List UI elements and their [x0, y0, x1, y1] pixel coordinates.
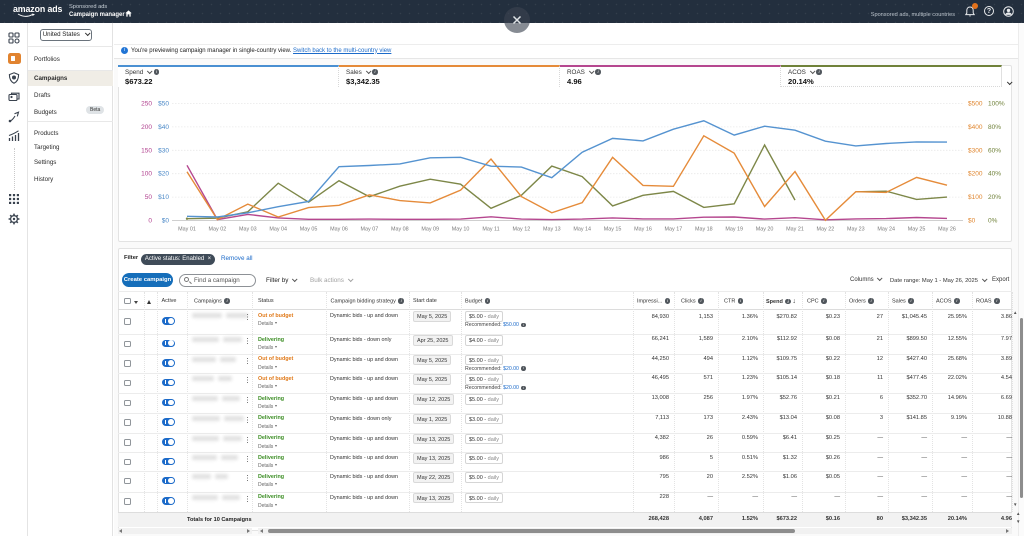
svg-text:May 02: May 02: [209, 227, 227, 233]
svg-text:$30: $30: [158, 147, 169, 154]
svg-text:May 04: May 04: [269, 227, 287, 233]
svg-text:40%: 40%: [988, 171, 1001, 178]
svg-text:May 17: May 17: [665, 227, 683, 233]
svg-text:May 03: May 03: [239, 227, 257, 233]
svg-text:May 20: May 20: [756, 227, 774, 233]
svg-text:May 19: May 19: [725, 227, 743, 233]
svg-text:May 22: May 22: [817, 227, 835, 233]
svg-text:May 08: May 08: [391, 227, 409, 233]
svg-text:May 15: May 15: [604, 227, 622, 233]
svg-text:May 05: May 05: [300, 227, 318, 233]
svg-text:May 26: May 26: [938, 227, 956, 233]
svg-text:May 18: May 18: [695, 227, 713, 233]
svg-text:May 24: May 24: [877, 227, 895, 233]
svg-text:May 10: May 10: [452, 227, 470, 233]
svg-text:200: 200: [141, 124, 152, 131]
svg-text:0: 0: [148, 218, 152, 225]
svg-text:60%: 60%: [988, 147, 1001, 154]
svg-text:0%: 0%: [988, 218, 998, 225]
svg-text:$50: $50: [158, 101, 169, 108]
svg-text:100%: 100%: [988, 101, 1005, 108]
svg-text:$40: $40: [158, 124, 169, 131]
svg-text:$0: $0: [968, 218, 976, 225]
svg-text:May 16: May 16: [634, 227, 652, 233]
svg-text:$500: $500: [968, 101, 983, 108]
svg-text:$300: $300: [968, 147, 983, 154]
svg-text:50: 50: [145, 194, 153, 201]
svg-text:May 21: May 21: [786, 227, 804, 233]
svg-text:100: 100: [141, 171, 152, 178]
svg-text:80%: 80%: [988, 124, 1001, 131]
svg-text:May 11: May 11: [482, 227, 499, 233]
svg-text:$10: $10: [158, 194, 169, 201]
svg-text:250: 250: [141, 101, 152, 108]
svg-text:May 06: May 06: [330, 227, 348, 233]
svg-text:May 23: May 23: [847, 227, 865, 233]
svg-text:May 14: May 14: [573, 227, 591, 233]
svg-text:May 01: May 01: [178, 227, 196, 233]
svg-text:May 13: May 13: [543, 227, 561, 233]
svg-text:$400: $400: [968, 124, 983, 131]
svg-text:May 25: May 25: [908, 227, 926, 233]
svg-text:$0: $0: [162, 218, 170, 225]
svg-text:May 09: May 09: [421, 227, 439, 233]
svg-text:20%: 20%: [988, 194, 1001, 201]
svg-text:$200: $200: [968, 171, 983, 178]
svg-text:$100: $100: [968, 194, 983, 201]
svg-text:$20: $20: [158, 171, 169, 178]
svg-text:May 07: May 07: [361, 227, 379, 233]
svg-text:150: 150: [141, 147, 152, 154]
svg-text:May 12: May 12: [513, 227, 531, 233]
